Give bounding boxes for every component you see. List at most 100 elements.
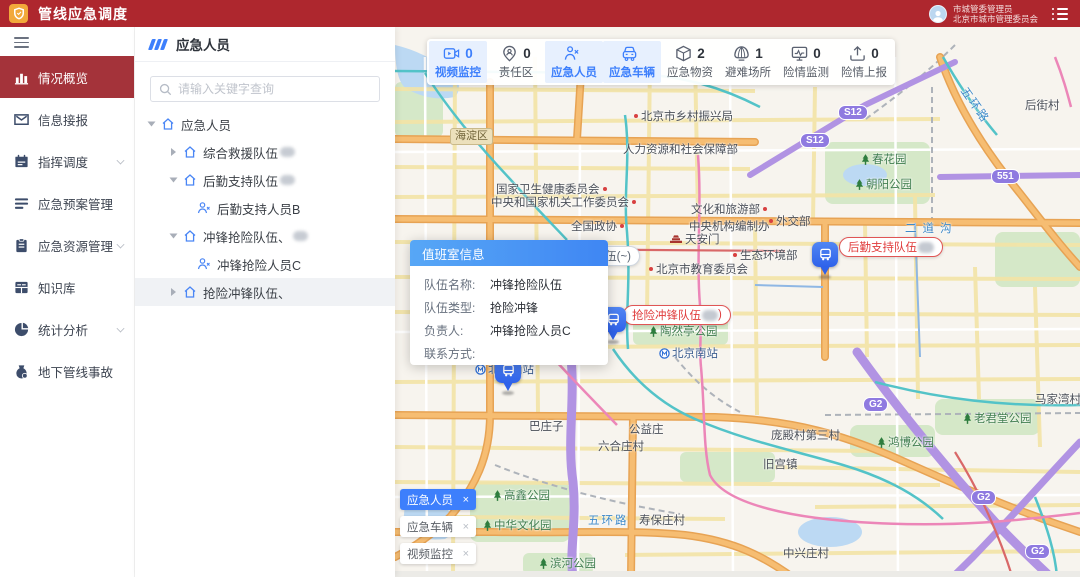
popup-row: 联系方式: <box>424 342 608 365</box>
panel-title: 应急人员 <box>176 34 230 54</box>
tree-node-person[interactable]: 冲锋抢险人员C <box>135 250 395 278</box>
sidebar-item-info-report[interactable]: 信息接报 <box>0 98 134 140</box>
sidebar-item-dispatch[interactable]: 指挥调度 <box>0 140 134 182</box>
map-label-village: 后街村 <box>1025 97 1060 113</box>
toolbar-risk-monitoring[interactable]: 0 险情监测 <box>777 41 835 83</box>
bar-chart-icon <box>14 70 29 85</box>
redacted-blob <box>280 175 295 185</box>
mail-icon <box>14 112 29 127</box>
sidebar-collapse-icon[interactable] <box>14 37 29 48</box>
sidebar-item-plan-mgmt[interactable]: 应急预案管理 <box>0 182 134 224</box>
redacted-blob <box>293 231 308 241</box>
top-menu-icon[interactable] <box>1052 8 1068 20</box>
sidebar-item-label: 应急预案管理 <box>38 194 113 213</box>
app-window: 管线应急调度 市城管委管理员 北京市城市管理委员会 情况概览 信息接报 指挥调度 <box>0 0 1080 577</box>
tree-node-team-selected[interactable]: 抢险冲锋队伍、 <box>135 278 395 306</box>
sidebar-item-label: 指挥调度 <box>38 152 88 171</box>
tree-node-person[interactable]: 后勤支持人员B <box>135 194 395 222</box>
sidebar-item-label: 信息接报 <box>38 110 88 129</box>
tree-node-team[interactable]: 冲锋抢险队伍、 <box>135 222 395 250</box>
sidebar: 情况概览 信息接报 指挥调度 应急预案管理 应急资源管理 知识库 统计分析 <box>0 27 135 577</box>
highway-shield: G2 <box>971 490 996 505</box>
map-label-water: 二道沟 <box>905 220 958 236</box>
person-icon <box>197 257 211 271</box>
layer-tag-personnel[interactable]: 应急人员× <box>400 489 476 510</box>
map-marker-vehicle[interactable] <box>812 242 838 279</box>
toolbar-shelter[interactable]: 1 避难场所 <box>719 41 777 83</box>
caret-icon[interactable] <box>170 234 178 239</box>
clipboard-icon <box>14 238 29 253</box>
tree-node-label: 冲锋抢险人员C <box>217 255 301 274</box>
tiananmen-icon <box>669 233 683 246</box>
sidebar-item-statistics[interactable]: 统计分析 <box>0 308 134 350</box>
sidebar-item-label: 知识库 <box>38 278 76 297</box>
map-label-park: 滨河公园 <box>539 555 596 571</box>
map-label-park: 鸿博公园 <box>877 434 934 450</box>
sidebar-item-label: 情况概览 <box>38 68 88 87</box>
toolbar-video-monitor[interactable]: 0 视频监控 <box>429 41 487 83</box>
house-icon <box>183 285 197 299</box>
close-icon[interactable]: × <box>463 521 469 533</box>
tree-node-root[interactable]: 应急人员 <box>135 110 395 138</box>
toolbar-emergency-vehicle[interactable]: 应急车辆 <box>603 41 661 83</box>
sidebar-item-knowledge-base[interactable]: 知识库 <box>0 266 134 308</box>
sidebar-item-overview[interactable]: 情况概览 <box>0 56 134 98</box>
sidebar-item-resource-mgmt[interactable]: 应急资源管理 <box>0 224 134 266</box>
person-icon <box>197 201 211 215</box>
user-avatar[interactable] <box>929 5 947 23</box>
toolbar-risk-reporting[interactable]: 0 险情上报 <box>835 41 893 83</box>
map-canvas[interactable]: 海淀区 北京市乡村振兴局 人力资源和社会保障部 后街村 春花园 朝阳公园 国家卫… <box>395 27 1080 577</box>
sidebar-item-label: 统计分析 <box>38 320 88 339</box>
map-label-village: 旧宫镇 <box>763 456 798 472</box>
map-label-park: 高鑫公园 <box>493 487 550 503</box>
tree-node-label: 综合救援队伍 <box>203 143 278 162</box>
close-icon[interactable]: × <box>463 494 469 506</box>
map-label-road: 五环路 <box>588 512 629 528</box>
popup-row: 负责人:冲锋抢险人员C <box>424 319 608 342</box>
map-label-park: 朝阳公园 <box>855 176 912 192</box>
toolbar-responsibility-zone[interactable]: 0 责任区 <box>487 41 545 83</box>
shelter-icon <box>733 45 750 62</box>
monitor-icon <box>791 45 808 62</box>
map-label-village: 寿保庄村 <box>639 512 685 528</box>
tree-node-label: 抢险冲锋队伍、 <box>203 283 291 302</box>
layer-tag-video[interactable]: 视频监控× <box>400 543 476 564</box>
map-label-poi: 北京市乡村振兴局 <box>634 108 733 124</box>
map-label-district: 海淀区 <box>450 128 493 145</box>
tree-node-team[interactable]: 综合救援队伍 <box>135 138 395 166</box>
pie-chart-icon <box>14 322 29 337</box>
accident-icon <box>14 364 29 379</box>
caret-icon[interactable] <box>170 178 178 183</box>
close-icon[interactable]: × <box>463 548 469 560</box>
map-label-poi: 文化和旅游部 <box>691 201 767 217</box>
redacted-blob <box>918 242 934 253</box>
sidebar-item-pipeline-accident[interactable]: 地下管线事故 <box>0 350 134 392</box>
user-org: 北京市城市管理委员会 <box>953 14 1038 24</box>
map-bubble-team[interactable]: 后勤支持队伍 <box>839 237 943 257</box>
person-pin-icon <box>501 45 518 62</box>
search-input[interactable] <box>178 82 371 96</box>
chevron-down-icon <box>117 157 125 165</box>
toolbar-emergency-personnel[interactable]: 应急人员 <box>545 41 603 83</box>
highway-shield: G2 <box>1025 544 1050 559</box>
toolbar-emergency-supplies[interactable]: 2 应急物资 <box>661 41 719 83</box>
map-label-village: 庞殿村第三村 <box>771 427 840 443</box>
map-label-poi: 中央和国家机关工作委员会 <box>491 194 636 210</box>
map-label-village: 六合庄村 <box>598 438 644 454</box>
upload-icon <box>849 45 866 62</box>
map-label-village: 巴庄子 <box>529 418 564 434</box>
house-icon <box>161 117 175 131</box>
app-logo-icon <box>9 4 28 23</box>
map-bubble-team[interactable]: 抢险冲锋队伍) <box>623 305 731 325</box>
caret-icon[interactable] <box>171 148 176 156</box>
map-label-poi: 全国政协 <box>571 218 624 234</box>
tree-node-label: 应急人员 <box>181 115 231 134</box>
emergency-personnel-panel: 应急人员 应急人员 综合救援队伍 后勤支持队伍 <box>135 27 395 577</box>
caret-icon[interactable] <box>148 122 156 127</box>
box-icon <box>675 45 692 62</box>
caret-icon[interactable] <box>171 288 176 296</box>
tree-node-label: 冲锋抢险队伍、 <box>203 227 291 246</box>
tree-node-team[interactable]: 后勤支持队伍 <box>135 166 395 194</box>
sidebar-item-label: 应急资源管理 <box>38 236 113 255</box>
layer-tag-vehicle[interactable]: 应急车辆× <box>400 516 476 537</box>
